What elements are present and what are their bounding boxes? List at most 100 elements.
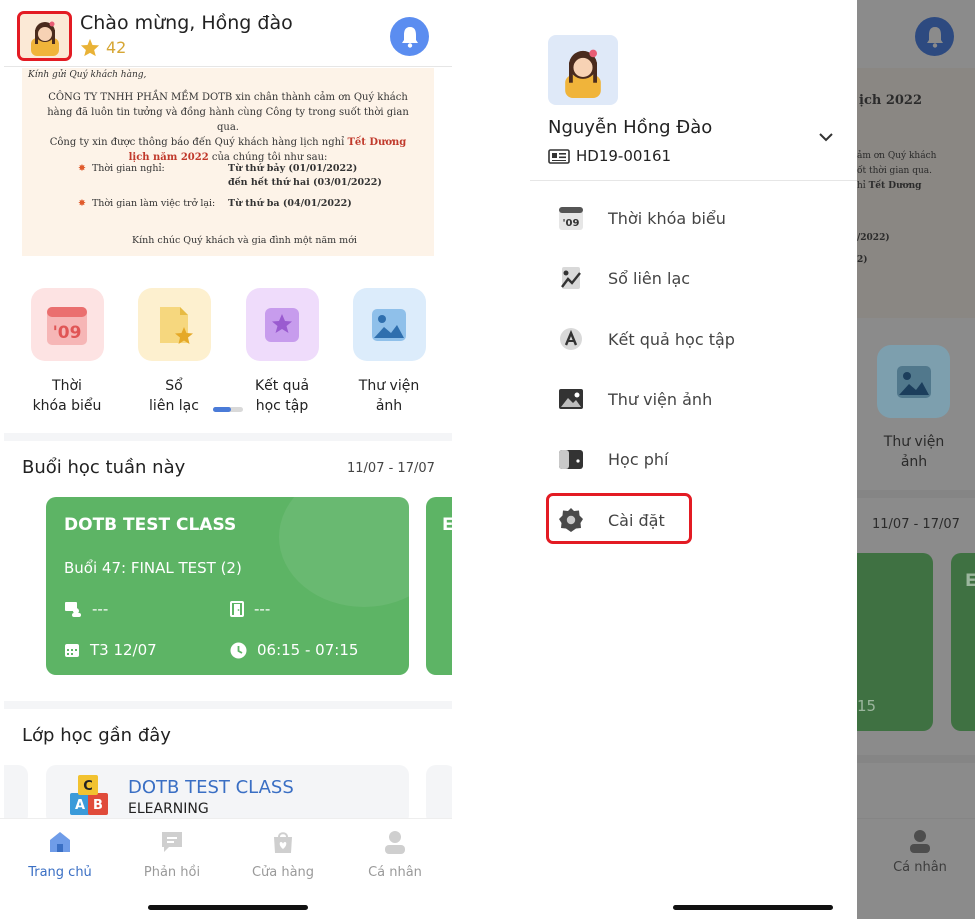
notice-off-from: Từ thứ bảy (01/01/2022) [228,163,358,174]
door-icon [230,601,244,617]
feature-gallery[interactable]: Thư viện ảnh [344,288,434,416]
abc-blocks-icon: C A B [70,775,108,815]
points-value: 42 [106,38,127,57]
section-divider [4,701,452,709]
calendar-09-icon: '09 [556,203,586,233]
star-square-icon [265,307,299,342]
feature-tile[interactable] [137,288,211,361]
feature-label: Thời khóa biểu [32,378,102,414]
notice-line: Công ty xin được thông báo đến Quý khách… [49,137,407,148]
bg-week-range: 11/07 - 17/07 [872,517,960,532]
girl-avatar-icon [565,49,601,98]
notice-off-label: ✸ Thời gian nghỉ: [78,163,165,174]
side-drawer: Nguyễn Hồng Đào HD19-00161 '09 Thời khóa… [530,0,857,919]
medal-icon [556,324,586,354]
feature-contact-book[interactable]: Sổ liên lạc [129,288,219,416]
drawer-avatar[interactable] [548,35,618,105]
dimmed-background-overlay[interactable]: ịch 2022 ảm ơn Quý khách ốt thời gian qu… [857,0,975,919]
week-section-title: Buổi học tuần này [22,457,186,478]
menu-label: Sổ liên lạc [608,268,691,288]
svg-text:'09: '09 [563,218,580,229]
chevron-down-icon[interactable] [818,132,834,142]
person-icon [910,830,930,853]
image-gallery-icon [372,308,406,341]
feature-tile[interactable] [352,288,426,361]
nav-profile[interactable]: Cá nhân [350,829,440,880]
menu-item-tuition[interactable]: Học phí [548,437,848,481]
settings-highlight-box [546,493,692,544]
svg-text:C: C [83,779,93,794]
feature-timetable[interactable]: '09 Thời khóa biểu [22,288,112,416]
menu-label: Thư viện ảnh [608,389,713,409]
star-icon [80,38,100,57]
menu-item-results[interactable]: Kết quả học tập [548,317,848,361]
drawer-divider [530,180,857,181]
recent-class-type: ELEARNING [128,801,209,817]
session-card[interactable]: DOTB TEST CLASS Buổi 47: FINAL TEST (2) … [46,497,409,675]
shop-bag-icon [274,832,292,853]
calendar-icon [65,644,79,657]
feature-tile[interactable]: '09 [30,288,104,361]
nav-label: Phản hồi [143,865,201,880]
svg-text:A: A [75,798,85,813]
menu-item-gallery[interactable]: Thư viện ảnh [548,377,848,421]
session-title: Buổi 47: FINAL TEST (2) [64,559,242,577]
bg-notice-text: hỉ Tết Dương [857,181,922,191]
recent-class-name: DOTB TEST CLASS [128,777,294,798]
bg-next-card: E [951,553,975,731]
recent-card-next[interactable] [426,765,452,825]
nav-feedback[interactable]: Phản hồi [127,829,217,880]
recent-card-prev[interactable] [4,765,28,825]
notice-wish: Kính chúc Quý khách và gia đình một năm … [132,235,357,246]
feature-scroll-indicator [213,407,243,412]
feature-shortcuts: '09 Thời khóa biểu Sổ liên lạc Kết quả h… [22,288,452,418]
nav-store[interactable]: Cửa hàng [238,829,328,880]
points-display: 42 [80,38,126,57]
wallet-icon [556,444,586,474]
notebook-star-icon [160,306,193,344]
user-avatar[interactable] [17,11,72,61]
teacher-icon [65,602,81,617]
bg-notice-text: ốt thời gian qua. [857,166,933,176]
feature-label: Sổ liên lạc [149,378,199,414]
bottom-navigation: Trang chủ Phản hồi Cửa hàng Cá nhân [0,818,452,919]
image-icon [556,384,586,414]
notice-salutation: Kính gửi Quý khách hàng, [28,70,147,80]
image-gallery-icon [896,365,931,398]
holiday-notice-banner[interactable]: Kính gửi Quý khách hàng, CÔNG TY TNHH PH… [22,68,434,256]
chat-icon [162,832,182,852]
recent-class-card[interactable]: C A B DOTB TEST CLASS ELEARNING [46,765,409,825]
notice-back-label: ✸ Thời gian làm việc trở lại: [78,198,216,209]
date-info: T3 12/07 [64,641,157,659]
notice-line: CÔNG TY TNHH PHẦN MỀM DOTB xin chân thàn… [48,92,408,103]
notification-button[interactable] [390,17,429,56]
chart-book-icon [556,263,586,293]
nav-home[interactable]: Trang chủ [15,829,105,880]
bg-session-card: 15 [857,553,933,731]
menu-item-timetable[interactable]: '09 Thời khóa biểu [548,196,848,240]
feature-label: Thư viện ảnh [358,378,420,414]
notice-line: hàng đã luôn tin tưởng và đồng hành cùng… [47,107,409,133]
nav-label: Cửa hàng [251,865,315,880]
menu-label: Kết quả học tập [608,329,735,349]
svg-text:B: B [93,798,103,813]
header-divider [4,66,452,67]
feature-label: Kết quả học tập [254,378,310,414]
feature-tile[interactable] [245,288,319,361]
feature-results[interactable]: Kết quả học tập [237,288,327,416]
next-session-card[interactable]: E [426,497,452,675]
nav-label: Trang chủ [28,865,92,880]
bg-notice-text: /2022) [857,233,890,243]
notice-off-to: đến hết thứ hai (03/01/2022) [228,177,382,188]
nav-label: Cá nhân [368,865,422,880]
next-card-initial: E [442,515,452,535]
girl-avatar-icon [30,21,59,56]
home-icon [50,832,70,852]
menu-item-contact-book[interactable]: Sổ liên lạc [548,256,848,300]
drawer-student-id: HD19-00161 [548,147,671,165]
room-info: --- [230,600,270,618]
bell-icon [926,26,943,48]
notice-body: CÔNG TY TNHH PHẦN MỀM DOTB xin chân thàn… [38,90,418,165]
svg-text:'09: '09 [53,323,82,343]
teacher-info: --- [64,600,108,618]
